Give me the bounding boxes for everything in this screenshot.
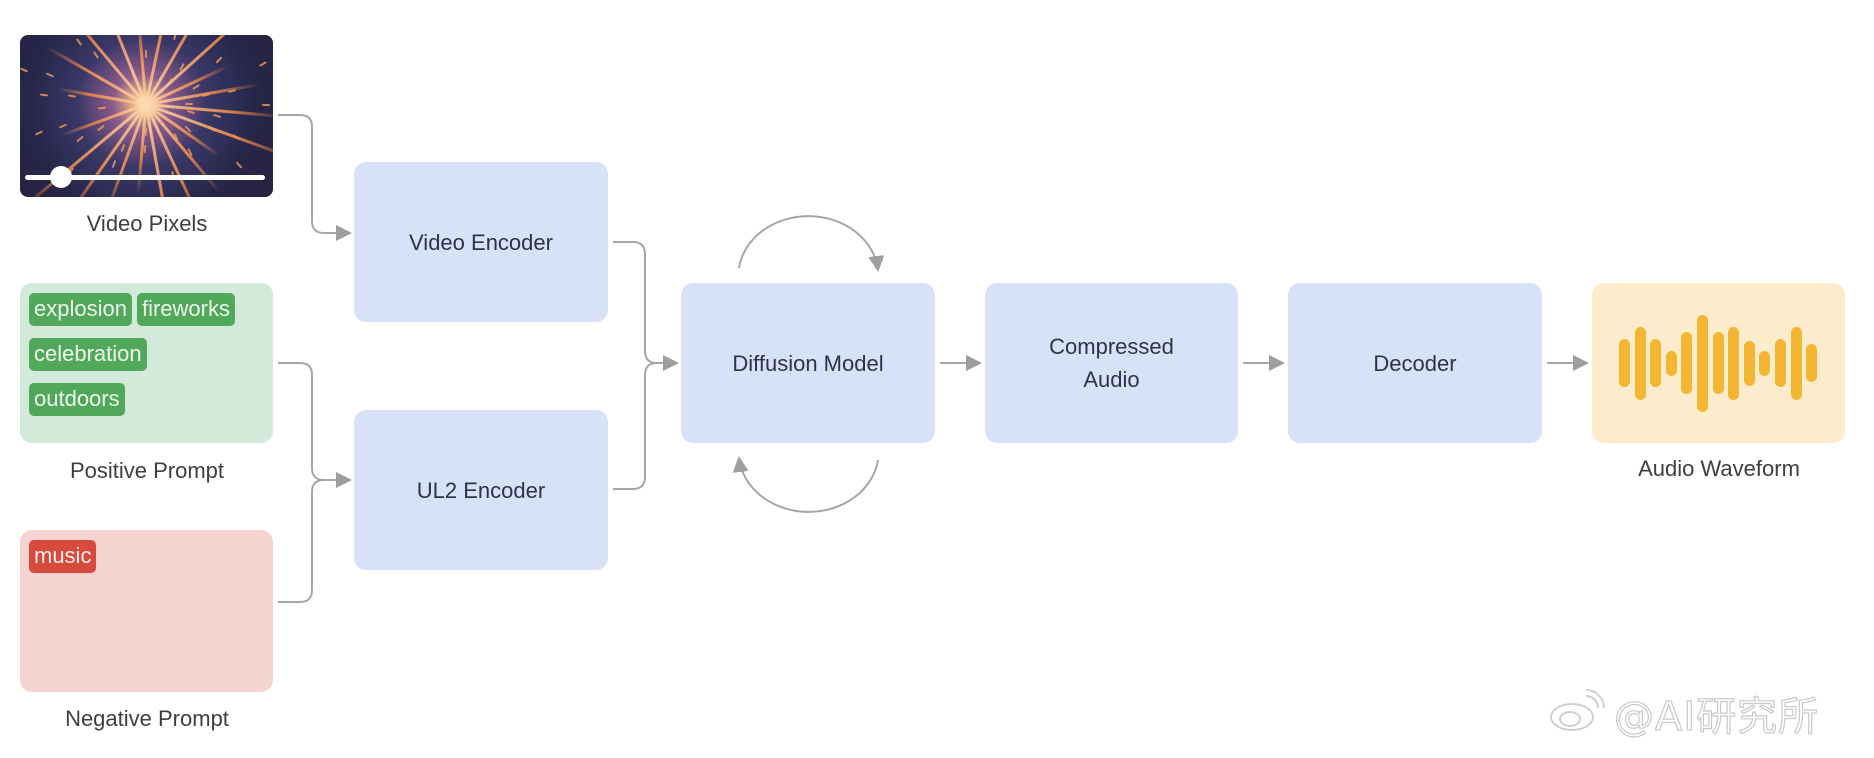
- firework-spark: [144, 49, 147, 58]
- firework-spark: [235, 160, 243, 169]
- weibo-logo-icon: [1550, 689, 1605, 731]
- firework-spark: [261, 104, 270, 107]
- waveform-bar: [1806, 344, 1818, 382]
- video-progress-knob[interactable]: [50, 166, 72, 188]
- waveform-bar: [1650, 339, 1662, 387]
- ul2-encoder-node: UL2 Encoder: [354, 410, 608, 570]
- prompt-tag[interactable]: explosion: [29, 293, 132, 326]
- negative-prompt-caption: Negative Prompt: [65, 706, 229, 731]
- firework-spark: [173, 35, 178, 41]
- firework-spark: [59, 123, 68, 128]
- firework-spark: [112, 160, 117, 169]
- firework-spark: [76, 135, 85, 143]
- firework-spark: [76, 37, 83, 46]
- decoder-node: Decoder: [1288, 283, 1542, 443]
- prompt-tag[interactable]: fireworks: [136, 293, 235, 326]
- video-encoder-label: Video Encoder: [409, 229, 553, 255]
- connector-ul2-to-diffusion: [613, 362, 658, 490]
- waveform-bar: [1665, 350, 1677, 376]
- diffusion-loop-bottom-arrow: [732, 456, 879, 513]
- connector-negative-to-ul2: [278, 479, 325, 603]
- firework-spark: [215, 56, 223, 64]
- waveform-bar: [1775, 339, 1786, 387]
- negative-prompt-box: music: [20, 530, 273, 692]
- waveform-bar: [1697, 314, 1708, 412]
- positive-prompt-box: explosion fireworks celebration outdoors: [20, 283, 273, 443]
- waveform-bar: [1681, 332, 1693, 394]
- waveform-bar: [1743, 340, 1755, 386]
- firework-spark: [34, 130, 43, 136]
- ul2-encoder-label: UL2 Encoder: [416, 477, 546, 503]
- firework-spark: [97, 124, 105, 131]
- waveform-bar: [1728, 326, 1740, 400]
- diffusion-model-node: Diffusion Model: [681, 283, 935, 443]
- compressed-audio-node: Compressed Audio: [985, 283, 1238, 443]
- waveform-bar: [1759, 350, 1771, 376]
- firework-ray: [144, 104, 177, 197]
- firework-spark: [93, 51, 100, 59]
- waveform-bar: [1790, 326, 1802, 400]
- prompt-tag[interactable]: outdoors: [29, 383, 125, 416]
- firework-spark: [213, 113, 222, 118]
- firework-spark: [191, 84, 200, 91]
- waveform-bar: [1712, 332, 1724, 394]
- video-encoder-node: Video Encoder: [354, 162, 608, 322]
- audio-waveform-box: [1592, 283, 1845, 443]
- firework-spark: [40, 93, 49, 97]
- waveform-bar: [1619, 339, 1630, 387]
- compressed-audio-label: Compressed Audio: [1049, 334, 1174, 392]
- positive-prompt-caption: Positive Prompt: [69, 458, 225, 483]
- connector-video-encoder-to-diffusion: [613, 241, 679, 371]
- watermark-text: @AI研究所: [1613, 693, 1820, 740]
- video-thumbnail[interactable]: [20, 35, 273, 197]
- waveform-bar: [1634, 326, 1646, 400]
- firework-spark: [20, 66, 29, 73]
- prompt-tag[interactable]: music: [29, 540, 97, 573]
- prompt-tag[interactable]: celebration: [29, 338, 147, 371]
- decoder-label: Decoder: [1373, 350, 1457, 376]
- video-pixels-caption: Video Pixels: [86, 211, 208, 236]
- diffusion-model-label: Diffusion Model: [732, 350, 884, 376]
- firework-spark: [258, 61, 267, 67]
- firework-spark: [120, 143, 125, 153]
- firework-spark: [98, 106, 107, 110]
- firework-spark: [67, 94, 76, 98]
- diffusion-loop-top-arrow: [738, 215, 885, 272]
- firework-spark: [45, 72, 54, 78]
- firework-spark: [185, 103, 193, 105]
- audio-waveform-caption: Audio Waveform: [1638, 456, 1800, 481]
- firework-spark: [143, 144, 147, 153]
